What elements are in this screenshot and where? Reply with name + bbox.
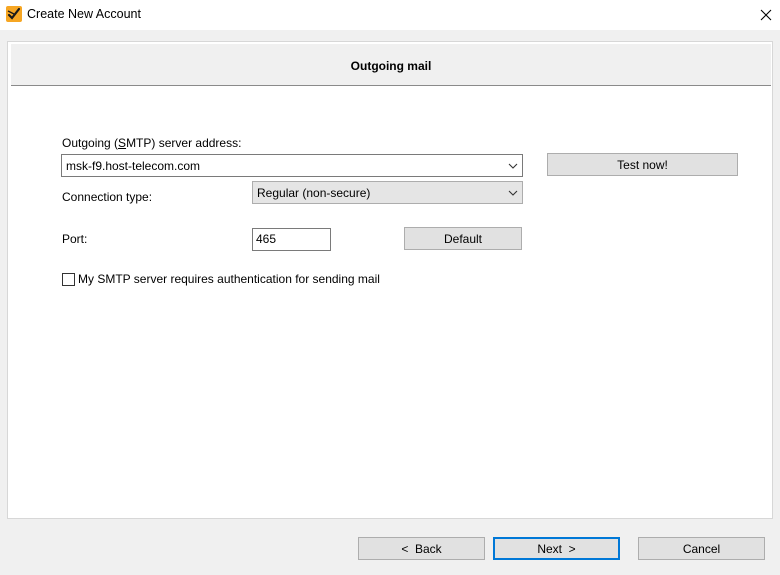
connection-type-label: Connection type: [62,190,153,204]
chevron-down-icon [508,190,518,196]
smtp-server-label: Outgoing (SMTP) server address: [62,136,242,150]
port-input[interactable] [256,232,326,246]
connection-type-select[interactable]: Regular (non-secure) [252,181,523,204]
chevron-down-icon [508,163,518,169]
smtp-auth-label[interactable]: My SMTP server requires authentication f… [78,272,380,286]
test-now-button[interactable]: Test now! [547,153,738,176]
smtp-server-value: msk-f9.host-telecom.com [66,159,201,173]
window-title: Create New Account [27,7,141,21]
cancel-button[interactable]: Cancel [638,537,765,560]
next-button[interactable]: Next > [493,537,620,560]
smtp-auth-checkbox[interactable] [62,273,75,286]
page-header: Outgoing mail [11,44,771,86]
back-button[interactable]: < Back [358,537,485,560]
smtp-label-mnemonic: S [118,136,127,150]
port-field[interactable] [252,228,331,251]
page-title: Outgoing mail [350,59,432,73]
close-icon[interactable] [752,2,780,28]
smtp-server-combobox[interactable]: msk-f9.host-telecom.com [61,154,523,177]
connection-type-value: Regular (non-secure) [257,186,371,200]
default-port-button[interactable]: Default [404,227,522,250]
port-label: Port: [62,232,88,246]
title-bar: Create New Account [0,0,780,30]
app-logo-icon [6,6,22,22]
